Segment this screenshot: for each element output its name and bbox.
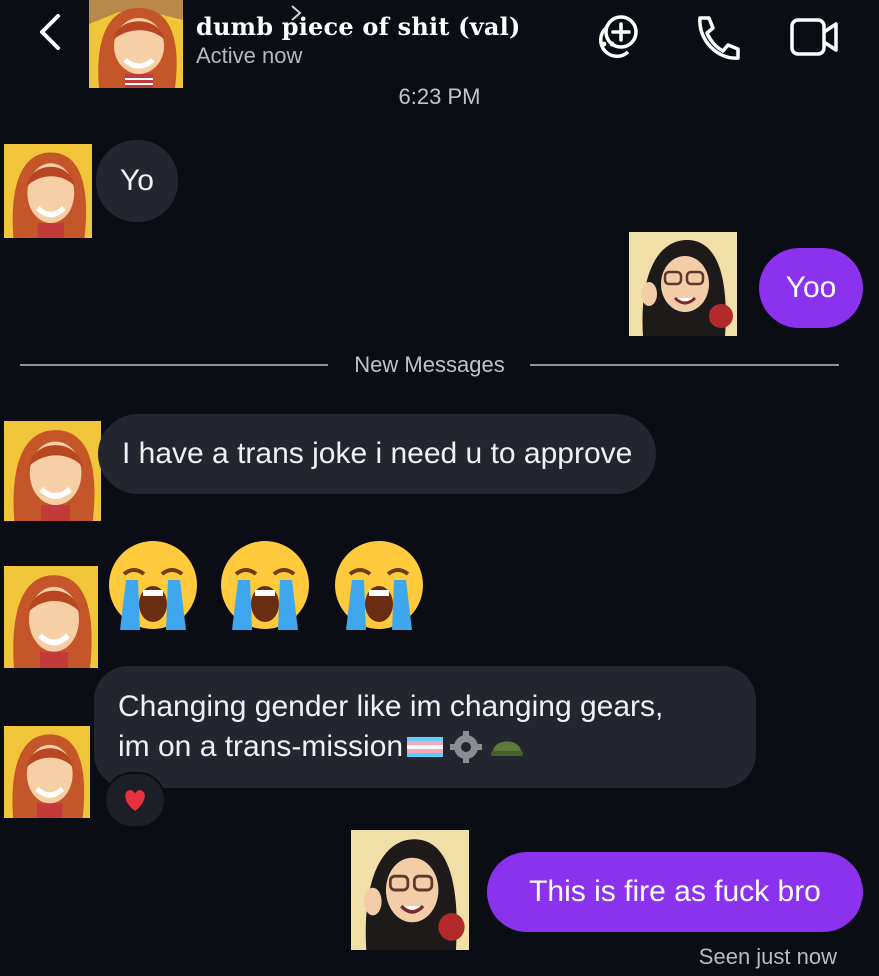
message-timestamp: 6:23 PM [398,84,481,109]
seen-receipt: Seen just now [698,944,837,969]
phone-icon[interactable] [690,12,744,62]
my-avatar[interactable] [351,830,469,950]
chat-title: dumb piece of shit (val) [196,12,521,41]
message-bubble-outgoing[interactable]: Yoo [759,248,863,328]
contact-avatar-small[interactable] [4,566,98,668]
chat-header: dumb piece of shit (val) Active now [0,0,879,88]
divider-line-right [530,364,839,366]
message-text: This is fire as fuck bro [529,875,821,908]
add-people-icon[interactable] [590,12,644,62]
message-text: I have a trans joke i need u to approve [122,437,633,470]
message-bubble-outgoing[interactable]: This is fire as fuck bro [487,852,863,932]
my-avatar[interactable] [629,232,737,336]
contact-avatar-small[interactable] [4,144,92,238]
message-text: Yoo [785,271,837,304]
loudly-crying-face-icon[interactable] [218,538,312,632]
chevron-right-icon [291,5,302,21]
transgender-flag-icon [407,737,444,757]
heart-icon [125,790,145,811]
video-call-icon[interactable] [786,12,840,62]
message-reaction[interactable] [104,772,166,828]
gear-icon [450,731,483,763]
contact-avatar[interactable] [89,0,183,88]
message-bubble-incoming[interactable]: Yo [96,140,178,222]
message-text-line-2: im on a trans-mission [118,730,404,763]
message-text-line-1: Changing gender like im changing gears, [118,690,664,723]
message-bubble-incoming[interactable]: I have a trans joke i need u to approve [98,414,657,494]
contact-title-block[interactable]: dumb piece of shit (val) Active now [196,12,521,69]
back-arrow-icon[interactable] [28,10,72,54]
message-bubble-incoming[interactable]: Changing gender like im changing gears, … [94,666,756,788]
military-helmet-icon [491,741,524,756]
contact-avatar-small[interactable] [4,726,90,818]
contact-avatar-small[interactable] [4,421,101,521]
active-status: Active now [196,43,303,68]
loudly-crying-face-icon[interactable] [332,538,426,632]
message-text: Yo [120,164,154,197]
loudly-crying-face-icon[interactable] [106,538,200,632]
message-text-line-2-row: im on a trans-mission [118,727,732,767]
